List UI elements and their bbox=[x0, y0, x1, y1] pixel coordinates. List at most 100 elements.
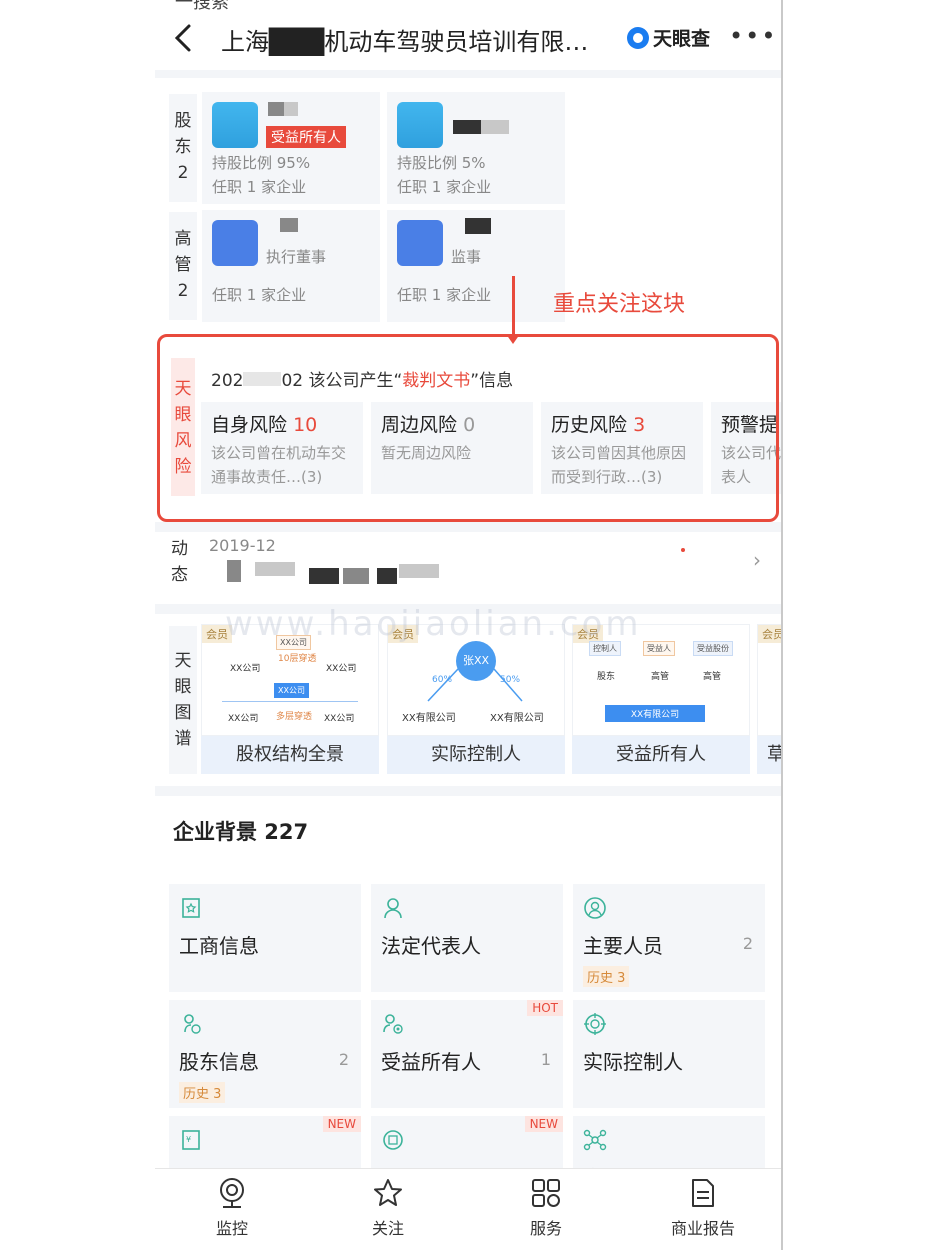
nav-monitor[interactable]: 监控 bbox=[172, 1177, 292, 1239]
star-icon bbox=[374, 1179, 402, 1206]
grid-icon bbox=[532, 1179, 560, 1207]
role: 监事 bbox=[451, 248, 482, 266]
brand-logo: 天眼查 bbox=[627, 24, 710, 51]
tile-name: 股东信息 bbox=[179, 1050, 259, 1074]
brand-name: 天眼查 bbox=[653, 28, 711, 50]
nav-report[interactable]: 商业报告 bbox=[643, 1177, 763, 1239]
redacted-news[interactable] bbox=[209, 560, 449, 584]
nav-service[interactable]: 服务 bbox=[486, 1177, 606, 1239]
graph-card-beneficiary[interactable]: 会员 控制人 受益人 受益股份 股东 高管 高管 XX有限公司 受益所有人 bbox=[572, 624, 750, 774]
avatar bbox=[397, 102, 443, 148]
nav-label: 服务 bbox=[529, 1219, 562, 1238]
person-icon bbox=[384, 898, 402, 919]
back-button[interactable] bbox=[165, 18, 205, 58]
beneficiary-icon bbox=[383, 1014, 403, 1034]
history-badge: 历史 3 bbox=[179, 1082, 226, 1103]
tile-beneficiary[interactable]: HOT 受益所有人 1 bbox=[371, 1000, 563, 1108]
unread-dot bbox=[681, 548, 685, 552]
redacted-name bbox=[284, 102, 298, 116]
annotation-text: 重点关注这块 bbox=[553, 292, 686, 317]
annotation-arrow bbox=[512, 276, 515, 338]
divider bbox=[155, 786, 782, 796]
report-icon bbox=[692, 1179, 714, 1207]
job-count: 任职 1 家企业 bbox=[212, 178, 307, 196]
graph-card-name: 股权结构全景 bbox=[201, 736, 379, 774]
history-badge: 历史 3 bbox=[583, 966, 630, 987]
avatar bbox=[212, 102, 258, 148]
frame-edge bbox=[781, 0, 783, 1250]
more-button[interactable]: ••• bbox=[729, 22, 777, 50]
chevron-left-icon bbox=[174, 24, 191, 52]
tile-business-info[interactable]: 工商信息 bbox=[169, 884, 361, 992]
new-badge: NEW bbox=[524, 1116, 563, 1132]
tile-name: 工商信息 bbox=[179, 934, 259, 958]
vip-badge: 会员 bbox=[758, 625, 782, 643]
nav-label: 监控 bbox=[215, 1219, 248, 1238]
tile-name: 法定代表人 bbox=[381, 934, 481, 958]
job-count: 任职 1 家企业 bbox=[212, 286, 307, 304]
svg-text:¥: ¥ bbox=[186, 1135, 191, 1144]
graph-card-equity[interactable]: 会员 XX公司 10层穿透 XX公司 XX公司 XX公司 XX公司 多层穿透 X… bbox=[201, 624, 379, 774]
redacted-name bbox=[280, 218, 298, 232]
holding-ratio: 持股比例 5% bbox=[397, 154, 486, 172]
graph-card-more[interactable]: 会员 草 bbox=[757, 624, 782, 774]
money-doc-icon: ¥ bbox=[182, 1130, 200, 1150]
status-remnant: 一搜索 bbox=[175, 0, 229, 13]
graph-card-controller[interactable]: 会员 张XX 60% 50% XX有限公司 XX有限公司 实际控制人 bbox=[387, 624, 565, 774]
camera-icon bbox=[220, 1178, 244, 1208]
chevron-right-icon[interactable]: › bbox=[753, 548, 761, 572]
new-badge: NEW bbox=[322, 1116, 361, 1132]
network-icon bbox=[583, 1129, 607, 1151]
tile-shareholders[interactable]: 股东信息 2 历史 3 bbox=[169, 1000, 361, 1108]
graph-card-name: 受益所有人 bbox=[572, 736, 750, 774]
role: 执行董事 bbox=[266, 248, 327, 266]
tile-name: 受益所有人 bbox=[381, 1050, 481, 1074]
graph-card-name: 实际控制人 bbox=[387, 736, 565, 774]
avatar bbox=[212, 220, 258, 266]
nav-label: 商业报告 bbox=[670, 1219, 735, 1238]
job-count: 任职 1 家企业 bbox=[397, 286, 492, 304]
nav-label: 关注 bbox=[371, 1219, 404, 1238]
shareholder-card[interactable]: 持股比例 5% 任职 1 家企业 bbox=[387, 92, 565, 204]
dynamics-label: 动态 bbox=[171, 539, 188, 585]
shareholder-card[interactable]: 受益所有人 持股比例 95% 任职 1 家企业 bbox=[202, 92, 380, 204]
tile-name: 主要人员 bbox=[583, 934, 663, 958]
shareholders-label: 股东2 bbox=[169, 94, 197, 202]
bottom-nav: 监控 关注 服务 商业报告 bbox=[155, 1168, 782, 1250]
redacted-name bbox=[453, 120, 481, 134]
hot-badge: HOT bbox=[527, 1000, 563, 1016]
dynamics-date: 2019-12 bbox=[209, 536, 276, 555]
tianyancha-logo-icon bbox=[627, 26, 649, 49]
graph-label: 天眼图谱 bbox=[169, 626, 197, 774]
executive-card[interactable]: 监事 任职 1 家企业 bbox=[387, 210, 565, 322]
tile-count: 2 bbox=[338, 1050, 349, 1069]
tile-key-people[interactable]: 主要人员 2 历史 3 bbox=[573, 884, 765, 992]
shareholder-icon bbox=[184, 1014, 201, 1034]
highlight-frame bbox=[157, 334, 779, 522]
app-screen: 一搜索 上海███机动车驾驶员培训有限… 天眼查 ••• 股东2 受益所有人 持… bbox=[155, 0, 782, 1250]
tile-legal-rep[interactable]: 法定代表人 bbox=[371, 884, 563, 992]
graph-card-name: 草 bbox=[757, 736, 782, 774]
job-count: 任职 1 家企业 bbox=[397, 178, 492, 196]
executive-card[interactable]: 执行董事 任职 1 家企业 bbox=[202, 210, 380, 322]
avatar bbox=[397, 220, 443, 266]
tile-name: 实际控制人 bbox=[583, 1050, 683, 1074]
more-diagram: 会员 bbox=[757, 624, 782, 736]
divider bbox=[155, 522, 782, 532]
search-doc-icon bbox=[383, 1130, 403, 1150]
divider bbox=[155, 70, 782, 78]
nav-follow[interactable]: 关注 bbox=[328, 1177, 448, 1239]
tile-count: 1 bbox=[540, 1050, 551, 1069]
tile-controller[interactable]: 实际控制人 bbox=[573, 1000, 765, 1108]
watermark: www.haojiaolian.com bbox=[225, 604, 642, 644]
redacted-name bbox=[268, 102, 284, 116]
tile-count: 2 bbox=[742, 934, 753, 953]
section-title: 企业背景 227 bbox=[173, 820, 309, 844]
redacted-name bbox=[465, 218, 491, 234]
beneficiary-badge: 受益所有人 bbox=[266, 126, 346, 148]
target-icon bbox=[584, 1013, 606, 1035]
page-title: 上海███机动车驾驶员培训有限… bbox=[221, 28, 589, 56]
holding-ratio: 持股比例 95% bbox=[212, 154, 311, 172]
redacted-name bbox=[481, 120, 509, 134]
executives-label: 高管2 bbox=[169, 212, 197, 320]
